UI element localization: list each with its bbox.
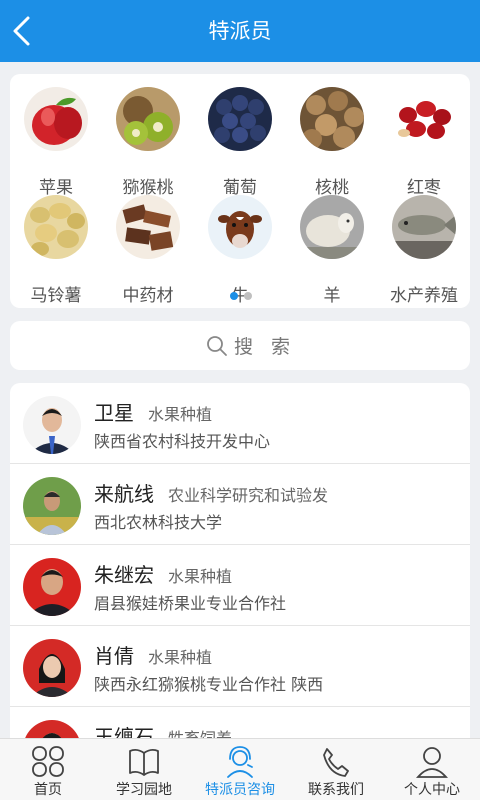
walnut-image — [300, 87, 364, 151]
avatar — [23, 396, 81, 454]
expert-field: 水果种植 — [148, 405, 213, 424]
expert-org: 陕西永红猕猴桃专业合作社 陕西 — [94, 675, 324, 694]
expert-field: 水果种植 — [148, 648, 213, 667]
expert-org: 眉县猴娃桥果业专业合作社 — [94, 594, 287, 613]
avatar — [23, 558, 81, 616]
potato-image — [24, 195, 88, 259]
tab-contact[interactable]: 联系我们 — [288, 739, 384, 800]
expert-org: 陕西省农村科技开发中心 — [94, 432, 271, 451]
grape-image — [208, 87, 272, 151]
expert-row[interactable]: 卫星 水果种植 陕西省农村科技开发中心 — [10, 383, 470, 464]
category-jujube[interactable]: 红枣 — [380, 87, 468, 198]
book-icon — [129, 748, 159, 776]
avatar — [23, 477, 81, 535]
page-dot — [244, 292, 252, 300]
expert-name-line: 来航线 农业科学研究和试验发 — [94, 478, 328, 507]
fish-image — [392, 195, 456, 259]
search-icon — [207, 336, 227, 356]
category-sheep[interactable]: 羊 — [288, 195, 376, 306]
jujube-image — [392, 87, 456, 151]
tab-profile[interactable]: 个人中心 — [384, 739, 480, 800]
category-kiwi[interactable]: 猕猴桃 — [104, 87, 192, 198]
tab-label: 特派员咨询 — [205, 782, 275, 798]
avatar — [23, 639, 81, 697]
apple-image — [24, 87, 88, 151]
category-grape[interactable]: 葡萄 — [196, 87, 284, 198]
home-icon — [32, 746, 64, 777]
expert-name: 卫星 — [94, 401, 134, 425]
expert-list: 卫星 水果种植 陕西省农村科技开发中心 来航线 农业科学研究和试验发 西北农林科技大… — [10, 383, 470, 763]
category-herb[interactable]: 中药材 — [104, 195, 192, 306]
phone-icon — [323, 748, 349, 777]
expert-field: 水果种植 — [168, 567, 233, 586]
expert-row[interactable]: 来航线 农业科学研究和试验发 西北农林科技大学 — [10, 464, 470, 545]
expert-field: 农业科学研究和试验发 — [168, 486, 329, 505]
category-cattle[interactable]: 牛 — [196, 195, 284, 306]
herb-image — [116, 195, 180, 259]
page-title: 特派员 — [208, 19, 272, 43]
expert-org: 西北农林科技大学 — [94, 513, 223, 532]
category-label: 水产养殖 — [390, 286, 458, 306]
expert-name: 来航线 — [94, 482, 154, 506]
sheep-image — [300, 195, 364, 259]
expert-name-line: 卫星 水果种植 — [94, 397, 212, 426]
category-potato[interactable]: 马铃薯 — [12, 195, 100, 306]
category-fish[interactable]: 水产养殖 — [380, 195, 468, 306]
category-walnut[interactable]: 核桃 — [288, 87, 376, 198]
cattle-image — [208, 195, 272, 259]
category-label: 马铃薯 — [30, 286, 82, 306]
kiwi-image — [116, 87, 180, 151]
tab-home[interactable]: 首页 — [0, 739, 96, 800]
tab-consultant[interactable]: 特派员咨询 — [192, 739, 288, 800]
search-label: 搜 索 — [234, 336, 297, 358]
tab-label: 个人中心 — [404, 782, 460, 798]
category-label: 中药材 — [122, 286, 174, 306]
expert-name-line: 肖倩 水果种植 — [94, 640, 212, 669]
tab-study[interactable]: 学习园地 — [96, 739, 192, 800]
tab-label: 联系我们 — [308, 782, 364, 798]
user-icon — [416, 747, 448, 778]
tab-label: 首页 — [34, 782, 62, 798]
consultant-icon — [227, 746, 253, 778]
page-indicator — [230, 292, 254, 300]
tab-label: 学习园地 — [116, 782, 172, 798]
category-grid: 苹果 猕猴桃 葡萄 核桃 红枣 马铃薯 中药材 牛 羊 水产养殖 — [10, 74, 470, 308]
expert-name-line: 朱继宏 水果种植 — [94, 559, 232, 588]
category-apple[interactable]: 苹果 — [12, 87, 100, 198]
category-label: 羊 — [323, 286, 341, 306]
bottom-tab-bar: 首页 学习园地 特派员咨询 联系我们 个人中心 — [0, 738, 480, 800]
page-dot-active — [230, 292, 238, 300]
search-bar[interactable]: 搜 索 — [10, 321, 470, 370]
header-bar: 特派员 — [0, 0, 480, 62]
expert-name: 朱继宏 — [94, 563, 154, 587]
expert-row[interactable]: 朱继宏 水果种植 眉县猴娃桥果业专业合作社 — [10, 545, 470, 626]
expert-name: 肖倩 — [94, 644, 134, 668]
expert-row[interactable]: 肖倩 水果种植 陕西永红猕猴桃专业合作社 陕西 — [10, 626, 470, 707]
